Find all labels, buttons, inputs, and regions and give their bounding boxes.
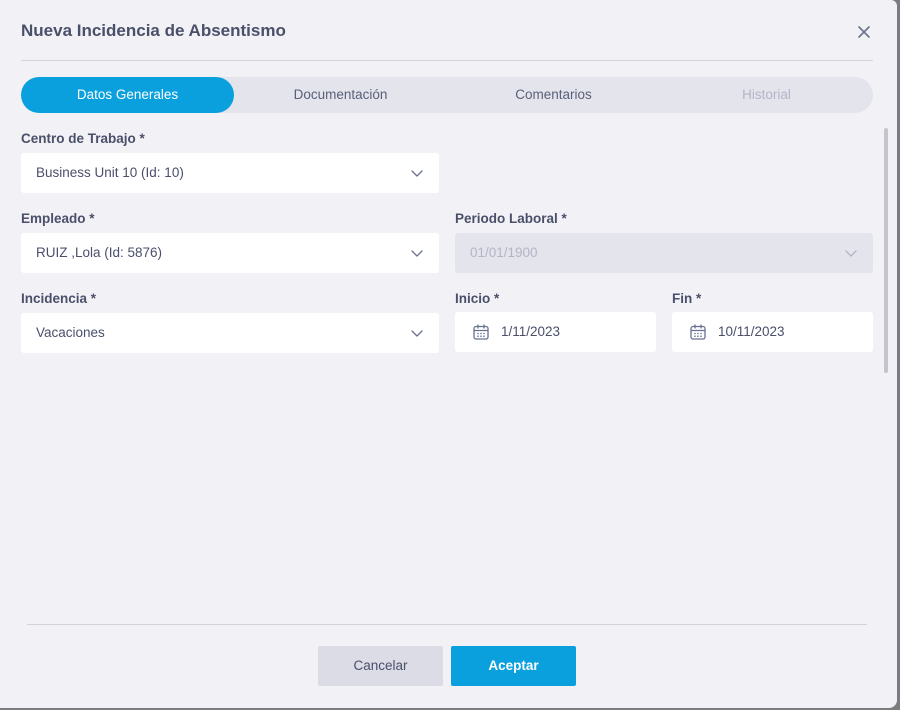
calendar-icon [690, 324, 706, 340]
scrollbar[interactable] [884, 128, 888, 373]
periodo-laboral-select: 01/01/1900 [455, 233, 873, 273]
tab-datos-generales[interactable]: Datos Generales [21, 77, 234, 113]
inicio-value: 1/11/2023 [501, 324, 561, 339]
inicio-label: Inicio * [455, 291, 500, 306]
incidencia-label: Incidencia * [21, 291, 97, 306]
modal-title: Nueva Incidencia de Absentismo [21, 21, 286, 40]
close-icon [858, 26, 870, 38]
tab-historial: Historial [742, 87, 791, 102]
header-divider [21, 60, 873, 61]
inicio-date-input[interactable]: 1/11/2023 [455, 312, 656, 352]
footer-divider [27, 624, 867, 625]
tab-comentarios[interactable]: Comentarios [447, 77, 660, 113]
fin-date-input[interactable]: 10/11/2023 [672, 312, 873, 352]
empleado-select[interactable]: RUIZ ,Lola (Id: 5876) [21, 233, 439, 273]
accept-button[interactable]: Aceptar [451, 646, 576, 686]
chevron-down-icon [411, 330, 423, 337]
centro-trabajo-label: Centro de Trabajo * [21, 131, 145, 146]
tab-documentacion[interactable]: Documentación [234, 77, 447, 113]
periodo-laboral-value: 01/01/1900 [470, 245, 538, 260]
incidencia-value: Vacaciones [36, 325, 105, 340]
close-button[interactable] [852, 20, 876, 44]
empleado-label: Empleado * [21, 211, 95, 226]
calendar-icon [473, 324, 489, 340]
tab-bar: Datos Generales Documentación Comentario… [21, 77, 873, 113]
fin-value: 10/11/2023 [718, 324, 785, 339]
empleado-value: RUIZ ,Lola (Id: 5876) [36, 245, 163, 260]
cancel-button[interactable]: Cancelar [318, 646, 443, 686]
fin-label: Fin * [672, 291, 702, 306]
periodo-laboral-label: Periodo Laboral * [455, 211, 567, 226]
incidencia-select[interactable]: Vacaciones [21, 313, 439, 353]
chevron-down-icon [411, 250, 423, 257]
centro-trabajo-value: Business Unit 10 (Id: 10) [36, 165, 184, 180]
centro-trabajo-select[interactable]: Business Unit 10 (Id: 10) [21, 153, 439, 193]
absence-modal: Nueva Incidencia de Absentismo Datos Gen… [0, 0, 897, 708]
chevron-down-icon [845, 250, 857, 257]
chevron-down-icon [411, 170, 423, 177]
